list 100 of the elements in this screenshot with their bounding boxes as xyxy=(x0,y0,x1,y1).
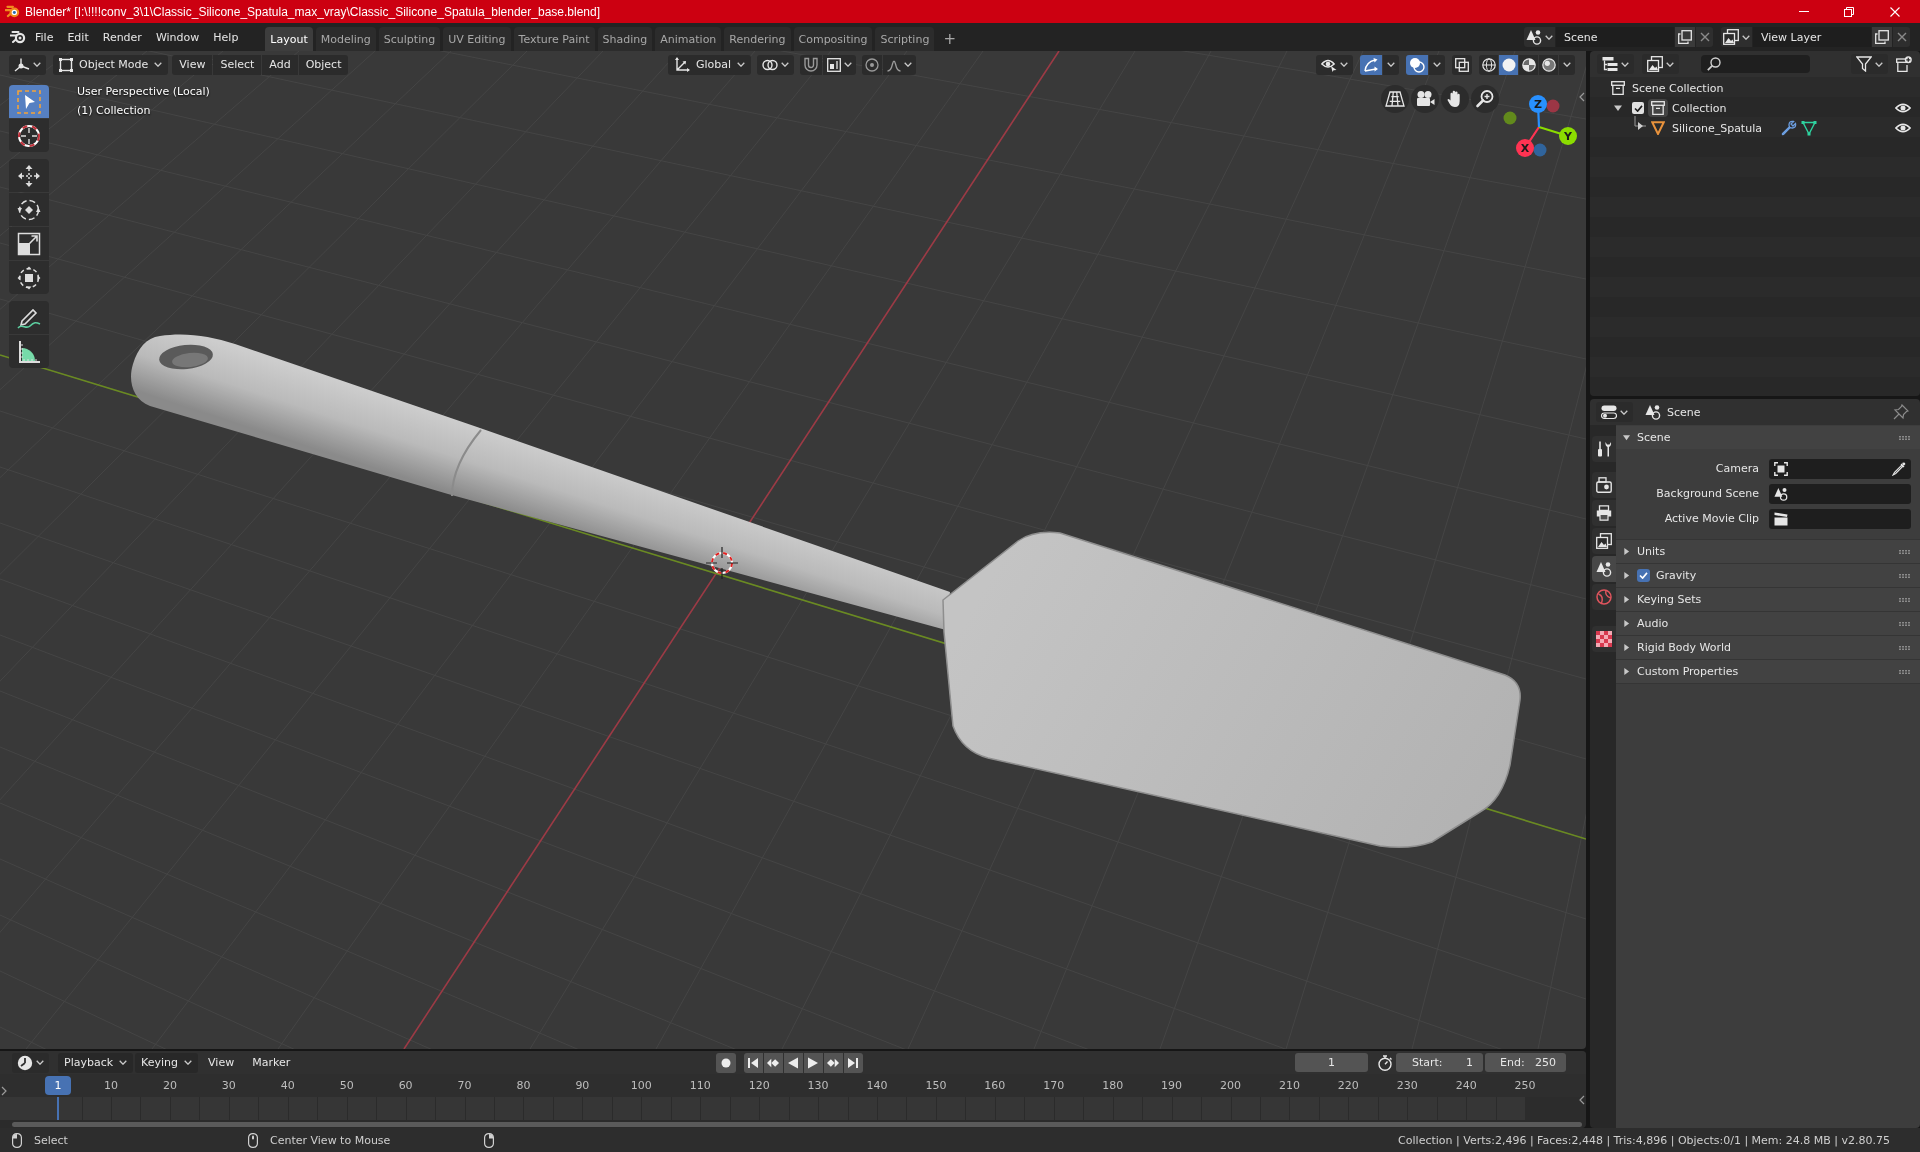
menu-item[interactable]: Render xyxy=(95,26,149,48)
shading-mode-button[interactable] xyxy=(1499,54,1518,75)
auto-keying-button[interactable] xyxy=(715,1052,736,1073)
scene-selector-button[interactable] xyxy=(1524,27,1555,47)
editor-type-button[interactable] xyxy=(12,1052,49,1073)
search-field[interactable] xyxy=(1701,55,1810,73)
exclude-checkbox[interactable] xyxy=(1632,102,1644,114)
snap-toggle[interactable] xyxy=(800,54,823,75)
next-keyframe-button[interactable] xyxy=(823,1052,843,1073)
outliner-item[interactable]: Scene Collection xyxy=(1632,81,1724,95)
mode-dropdown[interactable]: Object Mode xyxy=(53,54,169,75)
menu-item[interactable]: Object xyxy=(298,54,349,75)
zoom-icon[interactable] xyxy=(1471,85,1499,113)
hand-icon[interactable] xyxy=(1441,85,1469,113)
add-workspace-button[interactable]: + xyxy=(937,27,962,51)
restore-icon[interactable] xyxy=(1844,6,1854,17)
menu-dropdown[interactable]: Playback xyxy=(58,1052,134,1073)
play-button[interactable] xyxy=(803,1052,823,1073)
drag-handle-icon[interactable] xyxy=(1899,435,1910,440)
end-frame-field[interactable]: End: 250 xyxy=(1485,1053,1566,1072)
drag-handle-icon[interactable] xyxy=(1899,597,1910,602)
view-layer-name-field[interactable]: View Layer xyxy=(1753,27,1871,47)
snap-target-dropdown[interactable] xyxy=(823,54,857,75)
scene-name-field[interactable]: Scene xyxy=(1556,27,1674,47)
workspace-tab[interactable]: Animation xyxy=(655,27,722,51)
eye-icon[interactable] xyxy=(1895,103,1911,113)
axis-handle-icon[interactable] xyxy=(1559,127,1577,145)
workspace-tab[interactable]: Texture Paint xyxy=(513,27,595,51)
navigation-gizmo[interactable]: X Y Z xyxy=(1503,95,1577,157)
menu-dropdown[interactable]: Keying xyxy=(135,1052,199,1073)
negative-axis-handle-icon[interactable] xyxy=(1503,111,1517,125)
workspace-tab[interactable]: Scripting xyxy=(875,27,935,51)
annotate-tool[interactable] xyxy=(9,301,49,334)
rotate-tool[interactable] xyxy=(9,193,49,226)
tool-tab[interactable] xyxy=(1592,436,1616,462)
axis-handle-icon[interactable] xyxy=(1516,139,1534,157)
falloff-dropdown[interactable] xyxy=(883,54,917,75)
menu-item[interactable]: Window xyxy=(148,26,207,48)
panel-checkbox[interactable] xyxy=(1637,569,1650,582)
menu-item[interactable]: Marker xyxy=(244,1052,299,1073)
gizmo-toggle[interactable] xyxy=(1360,54,1382,75)
workspace-tab[interactable]: UV Editing xyxy=(443,27,511,51)
eye-icon[interactable] xyxy=(1895,123,1911,133)
current-frame-indicator[interactable]: 1 xyxy=(45,1076,71,1095)
editor-type-button[interactable] xyxy=(1596,402,1633,422)
jump-to-end-button[interactable] xyxy=(843,1052,863,1073)
wrench-icon[interactable] xyxy=(1780,120,1797,136)
scene-tab[interactable] xyxy=(1592,556,1616,582)
play-reverse-button[interactable] xyxy=(783,1052,803,1073)
drag-handle-icon[interactable] xyxy=(1899,645,1910,650)
panel-header[interactable]: Units xyxy=(1616,540,1920,563)
drag-handle-icon[interactable] xyxy=(1899,621,1910,626)
negative-axis-handle-icon[interactable] xyxy=(1533,143,1547,157)
shading-mode-button[interactable] xyxy=(1539,54,1558,75)
shading-mode-button[interactable] xyxy=(1479,54,1498,75)
sidebar-toggle-icon[interactable] xyxy=(1579,92,1585,102)
drag-handle-icon[interactable] xyxy=(1899,669,1910,674)
new-scene-button[interactable] xyxy=(1675,27,1695,47)
menu-item[interactable]: File xyxy=(28,26,61,48)
outliner-item[interactable]: Collection xyxy=(1672,101,1727,115)
grid-icon[interactable] xyxy=(1381,85,1409,113)
horizontal-scrollbar[interactable] xyxy=(12,1122,1582,1127)
previous-keyframe-button[interactable] xyxy=(763,1052,783,1073)
workspace-tab[interactable]: Sculpting xyxy=(378,27,441,51)
background-scene-field[interactable] xyxy=(1769,483,1911,504)
move-tool[interactable] xyxy=(9,159,49,192)
viewport[interactable]: X Y Z Object Mode View Select Add Object Global User Perspective (Local) (1) Collection xyxy=(0,51,1586,1049)
workspace-tab[interactable]: Layout xyxy=(265,27,313,51)
panel-header[interactable]: Custom Properties xyxy=(1616,660,1920,683)
new-collection-icon[interactable] xyxy=(1896,56,1912,72)
menu-item[interactable]: Edit xyxy=(60,26,96,48)
remove-scene-button[interactable] xyxy=(1696,27,1713,47)
mesh-triangle-icon[interactable] xyxy=(1800,120,1817,136)
pivot-dropdown[interactable] xyxy=(757,54,795,75)
movie-clip-field[interactable] xyxy=(1769,508,1911,529)
panel-header[interactable]: Gravity xyxy=(1616,564,1920,587)
pin-icon[interactable] xyxy=(1893,404,1909,420)
outliner-item[interactable]: Silicone_Spatula xyxy=(1672,121,1762,135)
expand-arrow-icon[interactable] xyxy=(1614,104,1622,112)
select-box-tool[interactable] xyxy=(9,85,49,118)
display-mode-dropdown[interactable] xyxy=(1642,54,1679,74)
scale-tool[interactable] xyxy=(9,227,49,260)
spatula-model[interactable] xyxy=(131,334,1521,849)
panel-header[interactable]: Rigid Body World xyxy=(1616,636,1920,659)
workspace-tab[interactable]: Modeling xyxy=(315,27,376,51)
workspace-tab[interactable]: Compositing xyxy=(793,27,873,51)
eyedropper-icon[interactable] xyxy=(1892,461,1906,476)
shading-mode-button[interactable] xyxy=(1519,54,1538,75)
overlays-options-dropdown[interactable] xyxy=(1429,54,1445,75)
camera-field[interactable] xyxy=(1769,458,1911,479)
region-toggle-icon[interactable] xyxy=(1,1086,7,1096)
panel-header[interactable]: Scene xyxy=(1616,426,1920,449)
texture-tab[interactable] xyxy=(1592,626,1616,652)
editor-type-button[interactable] xyxy=(9,54,46,75)
visibility-dropdown[interactable] xyxy=(1316,54,1353,75)
stopwatch-icon[interactable] xyxy=(1377,1054,1393,1071)
expand-arrow-icon[interactable] xyxy=(1632,116,1646,132)
proportional-editing-toggle[interactable] xyxy=(862,54,883,75)
overlays-toggle[interactable] xyxy=(1406,54,1428,75)
drag-handle-icon[interactable] xyxy=(1899,573,1910,578)
